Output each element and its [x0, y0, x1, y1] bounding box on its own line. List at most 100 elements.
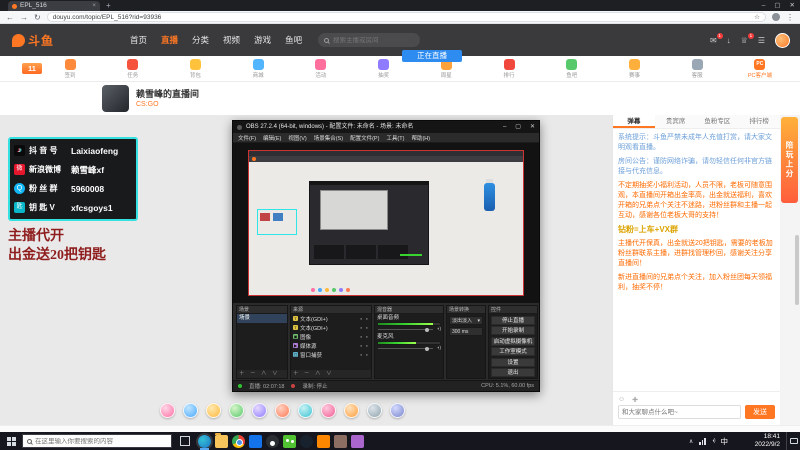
action-center-button[interactable]	[786, 432, 800, 450]
download-icon[interactable]: ↓	[727, 36, 731, 45]
ime-indicator[interactable]: 中	[721, 436, 729, 447]
obs-maximize-icon[interactable]: ▢	[515, 121, 521, 133]
activity-item-yuba[interactable]: 鱼吧	[554, 58, 590, 79]
streamer-avatar[interactable]	[102, 85, 129, 112]
gift-icon[interactable]	[252, 403, 267, 418]
search-input[interactable]	[333, 36, 414, 44]
activity-item-checkin[interactable]: 签到	[52, 58, 88, 79]
visibility-lock-icons[interactable]: ● ●	[360, 343, 369, 348]
close-icon[interactable]: ✕	[790, 0, 795, 11]
studio-mode-button[interactable]: 工作室模式	[491, 347, 535, 356]
gift-icon[interactable]	[206, 403, 221, 418]
browser-menu-icon[interactable]: ⋮	[786, 12, 794, 23]
qq-app-icon[interactable]	[266, 434, 279, 448]
visibility-lock-icons[interactable]: ● ●	[360, 325, 369, 330]
source-item-media[interactable]: ▶ 媒体源 ● ●	[291, 341, 371, 350]
chat-tab-danmu[interactable]: 弹幕	[613, 115, 655, 128]
chat-input[interactable]	[618, 405, 741, 419]
obs-menu-file[interactable]: 文件(F)	[238, 134, 256, 142]
companion-promo-banner[interactable]: 陪玩上分	[781, 117, 798, 203]
taskbar-search[interactable]	[22, 434, 172, 448]
source-item-text[interactable]: T 文本(GDI+) ● ●	[291, 314, 371, 323]
activity-item-matches[interactable]: 赛事	[616, 58, 652, 79]
gift-icon[interactable]	[390, 403, 405, 418]
gift-icon[interactable]	[298, 403, 313, 418]
gift-icon[interactable]	[229, 403, 244, 418]
chat-settings-icon[interactable]: ✚	[632, 396, 638, 404]
site-search[interactable]	[318, 33, 420, 47]
activity-item-tasks[interactable]: 任务	[115, 58, 151, 79]
gift-icon[interactable]	[367, 403, 382, 418]
obs-menu-help[interactable]: 帮助(H)	[411, 134, 430, 142]
nav-item-categories[interactable]: 分类	[192, 34, 209, 46]
activity-item-lottery[interactable]: 抽奖	[366, 58, 402, 79]
app-icon[interactable]	[317, 434, 330, 448]
activity-item-shop[interactable]: 商城	[240, 58, 276, 79]
speaker-icon[interactable]: ◖)	[437, 326, 441, 331]
task-view-button[interactable]	[180, 436, 190, 446]
url-omnibox[interactable]: douyu.com/topic/EPL_516?rid=93936 ☆	[46, 12, 766, 22]
steam-app-icon[interactable]	[300, 434, 313, 448]
emoji-icon[interactable]: ☺	[618, 396, 625, 403]
activity-item-pc-client[interactable]: PC PC客户端	[742, 58, 778, 79]
gift-icon[interactable]	[183, 403, 198, 418]
visibility-lock-icons[interactable]: ● ●	[360, 352, 369, 357]
activity-item-backpack[interactable]: 背包	[177, 58, 213, 79]
transition-select[interactable]: 淡出淡入 ▾	[449, 316, 483, 325]
speaker-icon[interactable]: ◖)	[437, 345, 441, 350]
back-icon[interactable]: ←	[6, 12, 14, 23]
gift-icon[interactable]	[275, 403, 290, 418]
obs-menu-view[interactable]: 视图(V)	[288, 134, 306, 142]
app-icon[interactable]	[249, 434, 262, 448]
chat-message-list[interactable]: 系统提示：斗鱼严禁未成年人充值打赏，请大家文明观看直播。 房间公告：谨防网络诈骗…	[613, 129, 780, 391]
obs-menu-scene-collection[interactable]: 场景集合(S)	[314, 134, 343, 142]
obs-menu-tools[interactable]: 工具(T)	[386, 134, 404, 142]
settings-button[interactable]: 设置	[491, 357, 535, 367]
scrollbar-thumb[interactable]	[795, 235, 799, 305]
browser-tab[interactable]: EPL_516 ×	[8, 1, 100, 11]
scene-item[interactable]: 场景	[237, 314, 287, 323]
sources-dock-toolbar[interactable]: ＋ － ∧ ∨	[291, 370, 371, 378]
obs-minimize-icon[interactable]: –	[503, 121, 506, 133]
reload-icon[interactable]: ↻	[34, 12, 41, 23]
source-item-image[interactable]: ▣ 图像 ● ●	[291, 332, 371, 341]
exit-button[interactable]: 退出	[491, 368, 535, 377]
taskbar-search-input[interactable]	[35, 437, 163, 445]
app-icon[interactable]	[351, 434, 364, 448]
edge-app-icon[interactable]	[198, 434, 211, 450]
forward-icon[interactable]: →	[20, 12, 28, 23]
wechat-app-icon[interactable]	[283, 434, 296, 448]
app-icon[interactable]	[334, 434, 347, 448]
obs-titlebar[interactable]: OBS 27.2.4 (64-bit, windows) - 配置文件: 未命名…	[233, 121, 539, 133]
chrome-app-icon[interactable]	[232, 434, 245, 448]
obs-menu-profile[interactable]: 配置文件(P)	[350, 134, 379, 142]
taskbar-clock[interactable]: 18:41 2022/9/2	[734, 433, 780, 449]
volume-slider[interactable]: ◖)	[377, 326, 441, 332]
volume-slider[interactable]: ◖)	[377, 345, 441, 351]
live-now-button[interactable]: 正在直播	[402, 50, 462, 62]
nav-item-live[interactable]: 直播	[161, 34, 178, 46]
volume-icon[interactable]: ◖)	[712, 438, 716, 444]
user-avatar[interactable]	[775, 32, 790, 48]
obs-preview[interactable]	[233, 143, 539, 303]
visibility-lock-icons[interactable]: ● ●	[360, 316, 369, 321]
browser-profile-avatar[interactable]	[772, 13, 780, 21]
gift-icon[interactable]	[321, 403, 336, 418]
visibility-lock-icons[interactable]: ● ●	[360, 334, 369, 339]
gift-icon[interactable]	[160, 403, 175, 418]
start-recording-button[interactable]: 开始录制	[491, 326, 535, 335]
gift-icon[interactable]	[344, 403, 359, 418]
new-tab-button[interactable]: +	[106, 1, 111, 11]
chat-tab-fans[interactable]: 鱼粉专区	[697, 115, 739, 128]
transition-duration-spinner[interactable]: 300 ms	[449, 327, 483, 336]
start-button[interactable]	[0, 432, 22, 450]
tab-close-icon[interactable]: ×	[92, 1, 96, 11]
scenes-dock-toolbar[interactable]: ＋ － ∧ ∨	[237, 370, 287, 378]
stop-streaming-button[interactable]: 停止直播	[491, 315, 535, 325]
chat-tab-vip[interactable]: 贵宾席	[655, 115, 697, 128]
obs-menu-edit[interactable]: 编辑(E)	[263, 134, 281, 142]
file-explorer-icon[interactable]	[215, 432, 228, 448]
source-item-window-capture[interactable]: ▢ 窗口捕获 ● ●	[291, 350, 371, 359]
activity-item-ranking[interactable]: 排行	[491, 58, 527, 79]
source-item-text[interactable]: T 文本(GDI+) ● ●	[291, 323, 371, 332]
